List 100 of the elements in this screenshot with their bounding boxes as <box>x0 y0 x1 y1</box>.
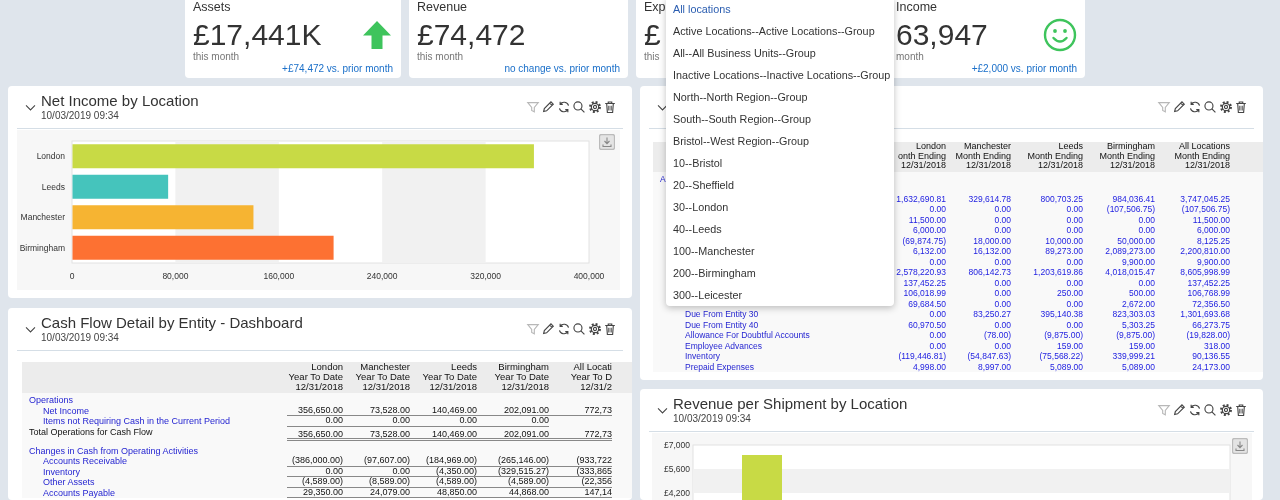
table-cell-text: 339,999.21 <box>1111 351 1155 362</box>
search-icon[interactable] <box>572 322 586 336</box>
panel-timestamp: 10/03/2019 09:34 <box>41 109 120 122</box>
table-cell: 48,850.00 <box>410 487 477 498</box>
table-cell-text: 8,125.25 <box>1195 235 1230 247</box>
column-date: 12/31/2018 <box>362 382 410 393</box>
table-cell-text: 4,998.00 <box>911 361 946 373</box>
menu-item[interactable]: 20--Sheffield <box>666 174 894 196</box>
refresh-icon[interactable] <box>1187 403 1202 417</box>
column-period: Month Ending <box>1174 151 1230 162</box>
search-icon[interactable] <box>1203 100 1217 114</box>
table-cell-text: 18,000.00 <box>972 235 1011 247</box>
menu-item[interactable]: 200--Birmingham <box>666 262 894 284</box>
search-icon[interactable] <box>1203 403 1217 417</box>
table-cell-text: 250.00 <box>1056 288 1083 299</box>
column-heading: Leeds <box>451 362 477 373</box>
pencil-icon[interactable] <box>1172 403 1186 417</box>
row-label: Items not Requiring Cash in the Current Period <box>42 416 231 427</box>
menu-item[interactable]: 10--Bristol <box>666 152 894 174</box>
column-date: 12/31/2018 <box>295 382 343 393</box>
column-heading: Manchester <box>360 362 410 373</box>
table-cell-text: 9,900.00 <box>1195 256 1230 268</box>
table-cell: 772,73 <box>549 405 612 416</box>
table-cell-text: 329,614.78 <box>967 193 1011 205</box>
menu-item[interactable]: Bristol--West Region--Group <box>666 130 894 152</box>
table-cell: 0.00 <box>477 416 549 427</box>
table-cell-text: 8,605,998.99 <box>1179 267 1230 278</box>
menu-item[interactable]: All locations <box>666 0 894 20</box>
table-cell-text: (75,568.22) <box>1038 351 1083 362</box>
table-cell-text: 6,000.00 <box>911 225 946 236</box>
refresh-icon[interactable] <box>1187 100 1202 114</box>
table-cell-text: 0.00 <box>993 204 1011 215</box>
refresh-icon[interactable] <box>556 322 571 336</box>
pencil-icon[interactable] <box>541 322 555 336</box>
column-date: 12/31/2018 <box>1037 161 1083 172</box>
menu-item[interactable]: 30--London <box>666 196 894 218</box>
table-cell-text: 11,500.00 <box>907 214 946 226</box>
table-cell: 73,528.00 <box>343 405 410 416</box>
bar <box>742 455 782 500</box>
tick-label: 80,000 <box>162 271 189 281</box>
table-cell-text: 2,200,810.00 <box>1179 246 1230 257</box>
refresh-icon[interactable] <box>556 100 571 114</box>
column-date: 12/31/2018 <box>429 382 477 393</box>
table-cell-text: 0.00 <box>1065 204 1083 215</box>
settings-icon[interactable] <box>587 100 602 114</box>
table-cell: (265,146.00) <box>477 456 549 467</box>
menu-item[interactable]: All--All Business Units--Group <box>666 42 894 64</box>
tick-label: 160,000 <box>263 271 295 281</box>
table-cell-text: 137,452.25 <box>902 277 946 289</box>
category-label: Birmingham <box>19 242 65 253</box>
trash-icon[interactable] <box>1234 100 1248 114</box>
table-cell-text: 984,036.41 <box>1111 193 1155 205</box>
table-cell-text: 0.00 <box>928 330 946 341</box>
pencil-icon[interactable] <box>1172 100 1186 114</box>
table-cell-text: (9,875.00) <box>1115 330 1155 341</box>
kpi-caption: month <box>896 51 924 63</box>
menu-item[interactable]: South--South Region--Group <box>666 108 894 130</box>
download-icon[interactable] <box>599 134 615 150</box>
table-cell-text: 1,632,690.81 <box>895 193 946 205</box>
trash-icon[interactable] <box>603 322 617 336</box>
trash-icon[interactable] <box>603 100 617 114</box>
menu-item[interactable]: 300--Leicester <box>666 284 894 306</box>
table-cell-text: 8,997.00 <box>976 361 1011 373</box>
column-heading: Leeds <box>1058 142 1083 152</box>
table-cell: 0.00 <box>410 416 477 427</box>
row-label: Operations <box>28 395 74 406</box>
table-cell-text: 0.00 <box>993 214 1011 226</box>
trash-icon[interactable] <box>1234 403 1248 417</box>
smiley-icon <box>1043 18 1077 52</box>
table-cell: 29,350.00 <box>287 487 343 498</box>
table-cell-text: 24,173.00 <box>1191 361 1230 373</box>
menu-item[interactable]: 40--Leeds <box>666 218 894 240</box>
download-icon[interactable] <box>1232 438 1248 454</box>
kpi-value: £ <box>644 19 661 51</box>
table-cell: 73,528.00 <box>343 429 410 441</box>
menu-item[interactable]: North--North Region--Group <box>666 86 894 108</box>
menu-item[interactable]: Active Locations--Active Locations--Group <box>666 20 894 42</box>
column-period: Month Ending <box>1027 151 1083 162</box>
category-label: London <box>36 151 65 162</box>
column-period: Month Ending <box>1099 151 1155 162</box>
search-icon[interactable] <box>572 100 586 114</box>
menu-item[interactable]: Inactive Locations--Inactive Locations--Group <box>666 64 894 86</box>
table-cell-text: 106,018.99 <box>902 288 946 299</box>
settings-icon[interactable] <box>587 322 602 336</box>
table-cell-text: 0.00 <box>928 309 946 320</box>
table-cell-text: 106,768.99 <box>1186 288 1230 299</box>
column-heading: London <box>915 142 946 152</box>
table-cell-text: 6,132.00 <box>911 246 946 257</box>
table-cell-text: (9,875.00) <box>1043 330 1083 341</box>
settings-icon[interactable] <box>1218 100 1233 114</box>
row-label: Employee Advances <box>684 340 763 352</box>
menu-item[interactable]: 100--Manchester <box>666 240 894 262</box>
table-cell: (4,350.00) <box>410 466 477 477</box>
change-text: +£2,000 vs. prior month <box>971 63 1077 75</box>
pencil-icon[interactable] <box>541 100 555 114</box>
table-cell-text: 2,672.00 <box>1120 298 1155 310</box>
tick-label: £4,200 <box>664 488 690 498</box>
row-label: Other Assets <box>42 477 95 488</box>
settings-icon[interactable] <box>1218 403 1233 417</box>
table-cell: (97,607.00) <box>343 456 410 467</box>
